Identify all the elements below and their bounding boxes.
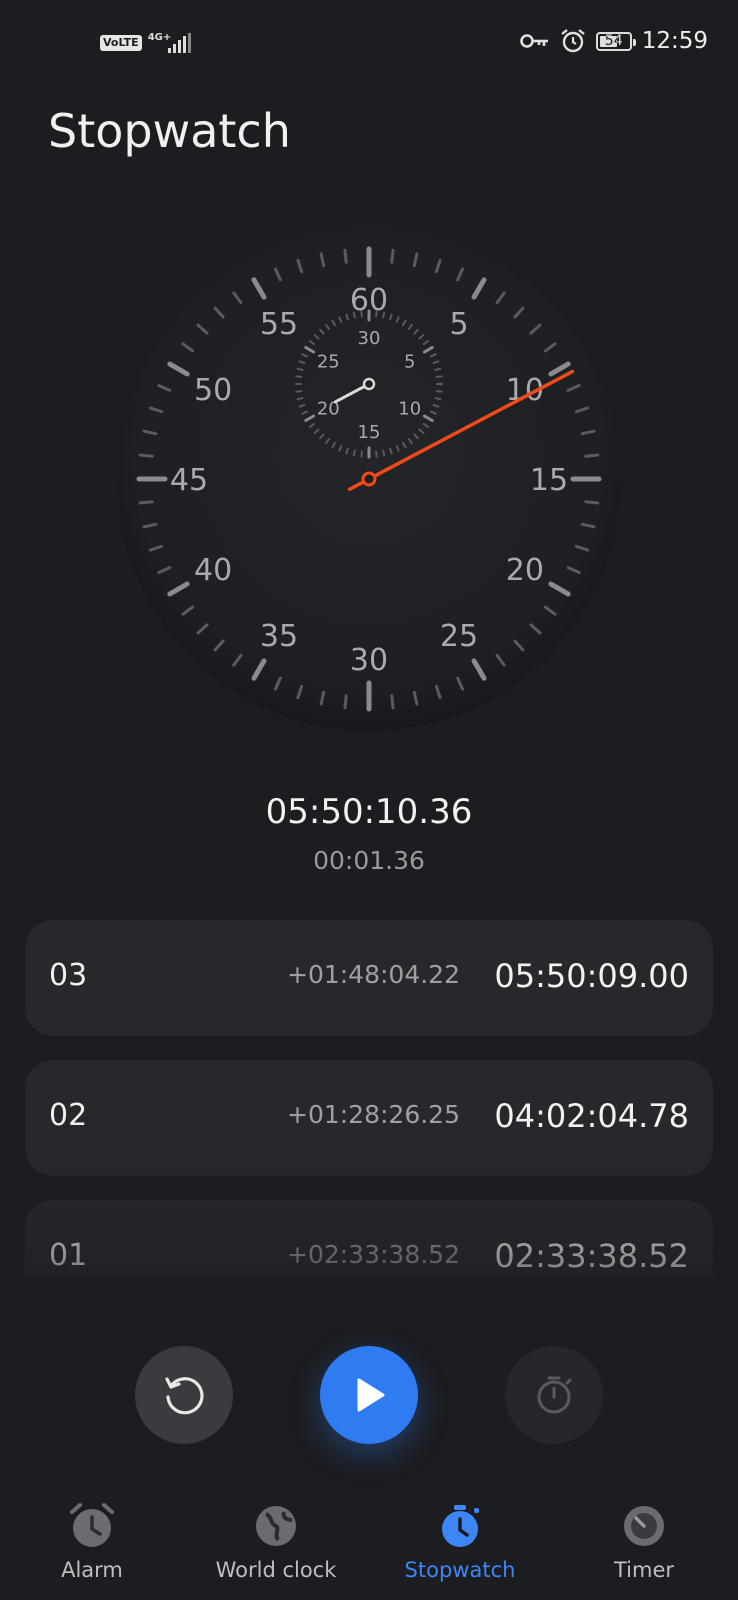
bottom-nav: Alarm World clock Stopwatch Timer [0, 1480, 738, 1600]
outer-tick [390, 694, 395, 710]
outer-tick [584, 453, 600, 458]
alarm-status-icon [560, 29, 585, 53]
inner-tick [434, 397, 442, 401]
outer-label: 50 [194, 373, 232, 408]
inner-tick [360, 310, 363, 318]
status-left: VoLTE 4G+ [100, 32, 191, 54]
network-type: 4G+ [148, 32, 172, 54]
lap-total: 04:02:04.78 [494, 1097, 689, 1135]
status-right: 54 12:59 [519, 28, 708, 54]
play-icon [357, 1378, 385, 1412]
reset-icon [165, 1377, 204, 1415]
inner-tick [295, 390, 303, 393]
nav-label: Stopwatch [404, 1558, 516, 1582]
inner-tick [296, 367, 304, 371]
lap-row: 02 +01:28:26.25 04:02:04.78 [25, 1060, 713, 1176]
play-button[interactable] [320, 1346, 418, 1444]
outer-label: 40 [194, 553, 232, 588]
lap-diff: +02:33:38.52 [287, 1240, 460, 1269]
minute-hand-pivot [362, 377, 376, 391]
lap-number: 01 [49, 1238, 88, 1273]
inner-tick [382, 449, 386, 457]
reset-button[interactable] [135, 1346, 233, 1444]
nav-timer[interactable]: Timer [552, 1480, 736, 1582]
outer-label: 45 [170, 463, 208, 498]
page-title: Stopwatch [48, 104, 291, 158]
total-time: 05:50:10.36 [265, 792, 473, 832]
key-icon [519, 34, 548, 48]
outer-tick [138, 453, 154, 458]
inner-tick [295, 375, 303, 378]
nav-label: Timer [613, 1558, 675, 1582]
nav-alarm[interactable]: Alarm [0, 1480, 184, 1582]
nav-stopwatch[interactable]: Stopwatch [368, 1480, 552, 1582]
stopwatch-icon [537, 1376, 572, 1414]
lap-total: 05:50:09.00 [494, 957, 689, 995]
outer-label: 25 [440, 619, 478, 654]
inner-label: 25 [317, 352, 340, 373]
outer-label: 55 [260, 307, 298, 342]
globe-icon [256, 1506, 296, 1546]
battery-icon: 54 [595, 31, 636, 51]
dial-face: 60510152025303540455055 30510152025 [117, 227, 621, 731]
lap-row: 03 +01:48:04.22 05:50:09.00 [25, 920, 713, 1036]
lap-diff: +01:48:04.22 [287, 960, 460, 989]
outer-tick [138, 500, 154, 505]
status-bar: VoLTE 4G+ 54 12:59 [0, 0, 738, 92]
inner-tick [360, 450, 363, 458]
volte-badge: VoLTE [100, 35, 142, 51]
inner-tick [435, 375, 443, 378]
lap-row: 01 +02:33:38.52 02:33:38.52 [25, 1200, 713, 1276]
alarm-clock-icon [70, 1503, 114, 1547]
inner-label: 5 [404, 352, 415, 373]
inner-tick [296, 397, 304, 401]
inner-tick [375, 310, 378, 318]
lap-list[interactable]: 03 +01:48:04.22 05:50:09.00 02 +01:28:26… [25, 920, 713, 1276]
inner-label: 30 [358, 328, 381, 349]
second-hand-pivot [361, 471, 377, 487]
nav-world-clock[interactable]: World clock [184, 1480, 368, 1582]
status-time: 12:59 [641, 28, 708, 54]
lap-diff: +01:28:26.25 [287, 1100, 460, 1129]
outer-label: 5 [449, 307, 468, 342]
outer-label: 20 [506, 553, 544, 588]
inner-tick [352, 449, 356, 457]
nav-label: Alarm [61, 1558, 123, 1582]
outer-label: 35 [260, 619, 298, 654]
inner-tick [435, 390, 443, 393]
stopwatch-dial: 60 5 10 15 20 25 30 35 40 45 50 55 30 5 10 15 20 25 [0, 200, 738, 760]
inner-label: 10 [398, 399, 421, 420]
stopwatch-icon [442, 1505, 479, 1547]
inner-tick [375, 450, 378, 458]
inner-tick [434, 367, 442, 371]
outer-label: 15 [530, 463, 568, 498]
timer-icon [624, 1506, 664, 1546]
nav-label: World clock [215, 1558, 337, 1582]
network-label: 4G+ [147, 32, 172, 43]
current-lap-time: 00:01.36 [313, 846, 425, 875]
lap-number: 03 [49, 958, 88, 993]
inner-tick [382, 311, 386, 319]
inner-label: 15 [358, 422, 381, 443]
outer-tick [343, 694, 348, 710]
outer-tick [390, 248, 395, 264]
outer-tick [343, 248, 348, 264]
battery-level: 54 [604, 33, 623, 49]
outer-tick [584, 500, 600, 505]
outer-label: 30 [350, 643, 388, 678]
inner-tick [352, 311, 356, 319]
lap-number: 02 [49, 1098, 88, 1133]
lap-total: 02:33:38.52 [494, 1237, 689, 1275]
lap-button[interactable] [505, 1346, 603, 1444]
